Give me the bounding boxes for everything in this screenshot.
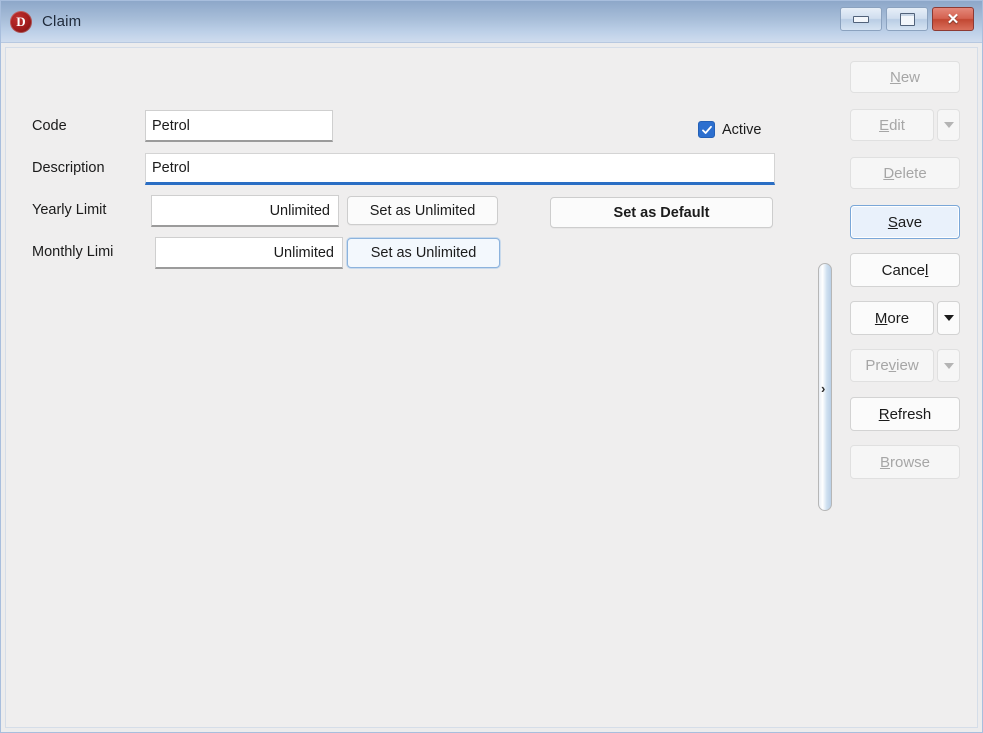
preview-button-label: Preview bbox=[865, 357, 919, 374]
more-dropdown-button[interactable] bbox=[937, 301, 960, 335]
edit-button[interactable]: Edit bbox=[850, 109, 934, 141]
delete-button-label: Delete bbox=[883, 164, 927, 182]
window-controls: ✕ bbox=[840, 7, 974, 31]
client-area: Code Description Yearly Limit Monthly Li… bbox=[5, 47, 978, 728]
more-button-label: More bbox=[874, 309, 910, 327]
label-description: Description bbox=[32, 160, 105, 176]
yearly-limit-input[interactable]: Unlimited bbox=[151, 195, 339, 227]
set-as-default-button[interactable]: Set as Default bbox=[550, 197, 773, 228]
minimize-icon bbox=[853, 15, 869, 23]
app-logo-letter: D bbox=[16, 13, 26, 29]
preview-button[interactable]: Preview bbox=[850, 349, 934, 382]
chevron-down-icon bbox=[943, 362, 954, 369]
preview-dropdown-button[interactable] bbox=[937, 349, 960, 382]
close-icon: ✕ bbox=[946, 10, 960, 28]
refresh-button[interactable]: Refresh bbox=[850, 397, 960, 431]
active-checkbox[interactable] bbox=[698, 121, 715, 138]
set-monthly-unlimited-button[interactable]: Set as Unlimited bbox=[347, 238, 500, 268]
browse-button-label: Browse bbox=[879, 453, 931, 471]
active-checkbox-row[interactable]: Active bbox=[698, 121, 762, 138]
new-button[interactable]: New bbox=[850, 61, 960, 93]
cancel-button[interactable]: Cancel bbox=[850, 253, 960, 287]
active-checkbox-label: Active bbox=[722, 121, 762, 138]
close-button[interactable]: ✕ bbox=[932, 7, 974, 31]
title-bar: D Claim ✕ bbox=[1, 1, 982, 43]
window-title: Claim bbox=[42, 13, 82, 30]
save-button[interactable]: Save bbox=[850, 205, 960, 239]
chevron-down-icon bbox=[943, 122, 954, 128]
refresh-button-label: Refresh bbox=[878, 405, 932, 423]
cancel-button-label: Cancel bbox=[881, 261, 929, 279]
chevron-down-icon bbox=[943, 315, 954, 321]
new-button-label: New bbox=[889, 68, 921, 86]
minimize-button[interactable] bbox=[840, 7, 882, 31]
edit-dropdown-button[interactable] bbox=[937, 109, 960, 141]
label-yearly-limit: Yearly Limit bbox=[32, 202, 107, 218]
label-code: Code bbox=[32, 118, 67, 134]
checkmark-icon bbox=[701, 125, 712, 134]
more-button[interactable]: More bbox=[850, 301, 934, 335]
monthly-limit-input[interactable]: Unlimited bbox=[155, 237, 343, 269]
save-button-label: Save bbox=[887, 213, 923, 231]
maximize-button[interactable] bbox=[886, 7, 928, 31]
app-logo-d-icon: D bbox=[10, 10, 32, 33]
code-input[interactable]: Petrol bbox=[145, 110, 333, 142]
edit-button-label: Edit bbox=[879, 116, 905, 134]
label-monthly-limit: Monthly Limi bbox=[32, 244, 114, 260]
browse-button[interactable]: Browse bbox=[850, 445, 960, 479]
claim-window: D Claim ✕ Code Description Yearly Limit … bbox=[0, 0, 983, 733]
set-yearly-unlimited-button[interactable]: Set as Unlimited bbox=[347, 196, 498, 225]
splitter-expand-icon[interactable]: › bbox=[821, 382, 825, 395]
delete-button[interactable]: Delete bbox=[850, 157, 960, 189]
description-input[interactable]: Petrol bbox=[145, 153, 775, 185]
maximize-icon bbox=[899, 12, 915, 26]
